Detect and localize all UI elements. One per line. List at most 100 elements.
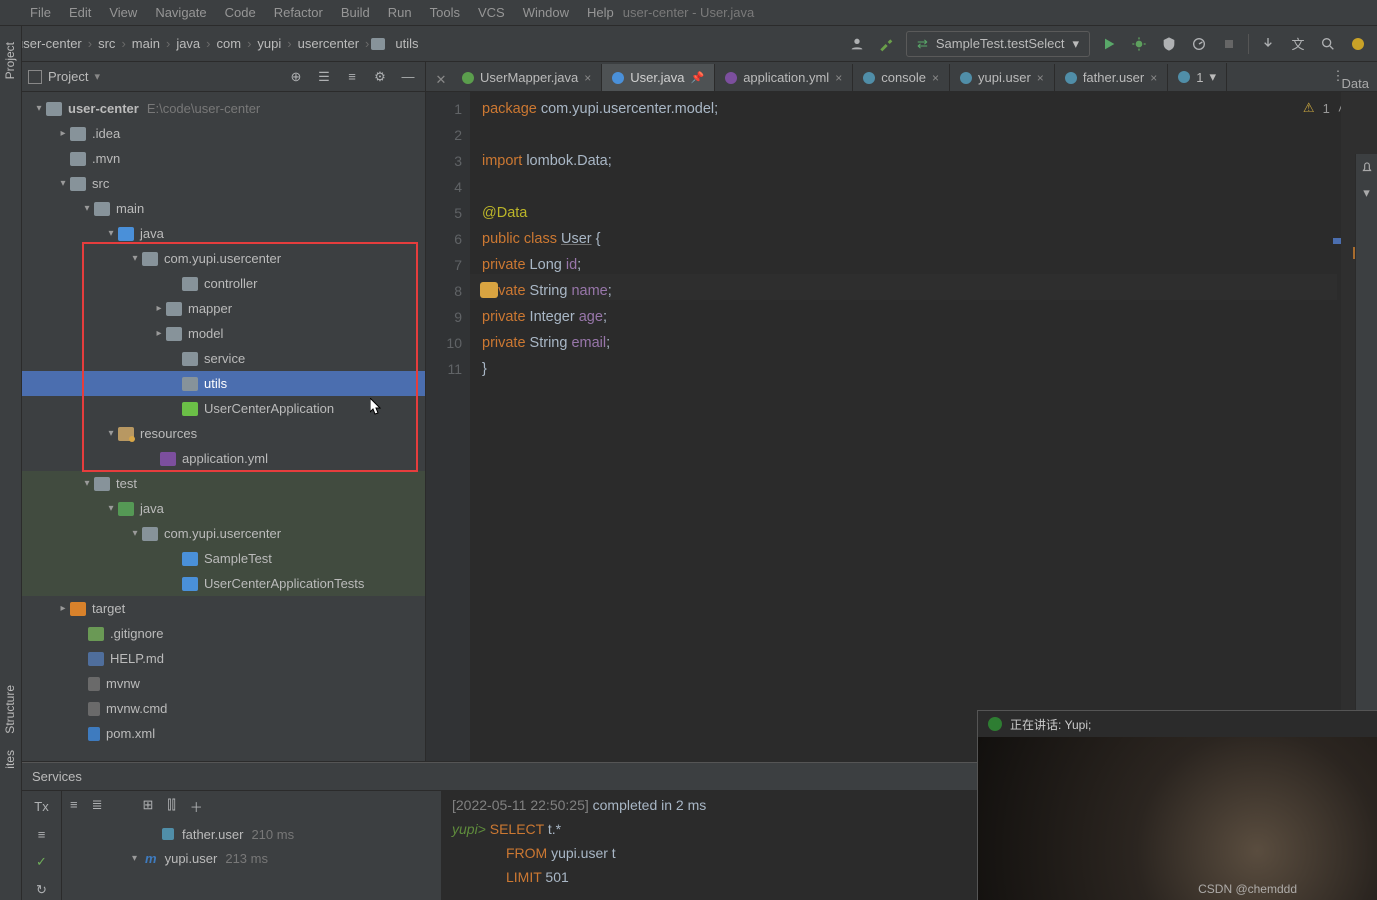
run-button[interactable] [1098,33,1120,55]
translate-icon[interactable]: 文 [1287,33,1309,55]
tree-item-appyml[interactable]: application.yml [22,446,425,471]
tab-close-all-icon[interactable]: ✕ [430,69,452,91]
chevron-down-icon[interactable]: ▾ [1356,180,1377,206]
crumb-com[interactable]: com [213,36,246,51]
layout-icon[interactable]: ⫿⫿ [167,797,175,816]
tree-item-idea[interactable]: ▸.idea [22,121,425,146]
menu-navigate[interactable]: Navigate [155,5,206,20]
tree-item-gitignore[interactable]: .gitignore [22,621,425,646]
tree-item-mvnw[interactable]: mvnw [22,671,425,696]
crumb-usercenter[interactable]: usercenter [294,36,363,51]
menu-run[interactable]: Run [388,5,412,20]
menu-tools[interactable]: Tools [430,5,460,20]
profiler-button[interactable] [1188,33,1210,55]
account-icon[interactable] [846,33,868,55]
check-icon[interactable]: ✓ [31,853,53,873]
crumb-project[interactable]: user-center [12,36,86,51]
add-icon[interactable]: ＋ [190,797,203,816]
tree-item-sampletest[interactable]: SampleTest [22,546,425,571]
code-editor[interactable]: 123 456 789 1011 package com.yupi.userce… [426,92,1377,761]
run-config-dropdown[interactable]: ⇄ SampleTest.testSelect ▾ [906,31,1090,57]
collapse-icon[interactable]: ≡ [70,797,78,816]
side-tab-structure[interactable]: Structure [0,677,20,742]
tree-item-pomxml[interactable]: pom.xml [22,721,425,746]
ide-settings-icon[interactable] [1347,33,1369,55]
crumb-utils[interactable]: utils [391,36,422,51]
debug-button[interactable] [1128,33,1150,55]
menu-view[interactable]: View [109,5,137,20]
pin-icon[interactable]: 📌 [691,71,705,84]
locate-icon[interactable]: ⊕ [285,66,307,88]
notifications-icon[interactable] [1356,154,1377,180]
vcs-update-icon[interactable] [1257,33,1279,55]
menu-code[interactable]: Code [225,5,256,20]
services-tree[interactable]: ≡ ≣ ⊞ ⫿⫿ ＋ father.user 210 ms ▾ m yupi.u… [62,791,442,900]
menu-refactor[interactable]: Refactor [274,5,323,20]
tree-item-test-java[interactable]: ▾java [22,496,425,521]
rerun-icon[interactable]: ↻ [31,880,53,900]
hide-panel-icon[interactable]: — [397,66,419,88]
editor-marker-bar[interactable] [1333,92,1341,761]
side-tab-ites[interactable]: ites [0,742,20,777]
tab-extra[interactable]: 1▾ [1168,63,1227,91]
coverage-button[interactable] [1158,33,1180,55]
tree-item-controller[interactable]: controller [22,271,425,296]
tree-item-java[interactable]: ▾java [22,221,425,246]
menu-help[interactable]: Help [587,5,614,20]
tree-item-service[interactable]: service [22,346,425,371]
code-body[interactable]: package com.yupi.usercenter.model; impor… [470,92,1377,761]
tab-application-yml[interactable]: application.yml× [715,64,853,91]
tree-item-uctests[interactable]: UserCenterApplicationTests [22,571,425,596]
menu-file[interactable]: File [30,5,51,20]
project-tree[interactable]: ▾ user-center E:\code\user-center ▸.idea… [22,92,425,761]
tab-user[interactable]: User.java📌 [602,64,715,91]
tab-usermapper[interactable]: UserMapper.java× [452,64,602,91]
tree-item-test-pkg[interactable]: ▾com.yupi.usercenter [22,521,425,546]
crumb-src[interactable]: src [94,36,119,51]
menu-edit[interactable]: Edit [69,5,91,20]
expand-all-icon[interactable]: ☰ [313,66,335,88]
service-node-father[interactable]: father.user 210 ms [62,822,441,846]
add-tab-icon[interactable]: ⋮ [1329,68,1347,84]
hammer-icon[interactable] [876,33,898,55]
tree-item-mvnwcmd[interactable]: mvnw.cmd [22,696,425,721]
menu-build[interactable]: Build [341,5,370,20]
tree-item-target[interactable]: ▸target [22,596,425,621]
menu-window[interactable]: Window [523,5,569,20]
project-view-dropdown[interactable]: Project ▾ [48,69,100,84]
stop-button[interactable] [1218,33,1240,55]
tree-item-resources[interactable]: ▾resources [22,421,425,446]
tab-console[interactable]: console× [853,64,950,91]
filter-icon[interactable]: Tx [31,797,53,817]
tree-item-src[interactable]: ▾src [22,171,425,196]
tree-item-pkg[interactable]: ▾com.yupi.usercenter [22,246,425,271]
tree-item-helpmd[interactable]: HELP.md [22,646,425,671]
collapse-all-icon[interactable]: ≡ [341,66,363,88]
intention-bulb-icon[interactable] [480,282,498,298]
close-icon[interactable]: × [1037,71,1044,85]
gear-icon[interactable]: ⚙ [369,66,391,88]
crumb-main[interactable]: main [128,36,164,51]
close-icon[interactable]: × [1150,71,1157,85]
tree-project-root[interactable]: ▾ user-center E:\code\user-center [22,96,425,121]
tree-item-mvn[interactable]: .mvn [22,146,425,171]
crumb-java[interactable]: java [172,36,204,51]
menu-vcs[interactable]: VCS [478,5,505,20]
tree-item-model[interactable]: ▸model [22,321,425,346]
expand-icon[interactable]: ≡ [31,825,53,845]
grid-icon[interactable]: ⊞ [143,797,154,816]
crumb-yupi[interactable]: yupi [253,36,285,51]
tree-item-appclass[interactable]: UserCenterApplication [22,396,425,421]
side-tab-project[interactable]: Project [0,34,20,87]
tab-yupi-user[interactable]: yupi.user× [950,64,1055,91]
tree-item-utils[interactable]: utils [22,371,425,396]
tree-item-mapper[interactable]: ▸mapper [22,296,425,321]
close-icon[interactable]: × [584,71,591,85]
search-everywhere-icon[interactable] [1317,33,1339,55]
service-node-yupi[interactable]: ▾ m yupi.user 213 ms [62,846,441,870]
tree-item-main[interactable]: ▾main [22,196,425,221]
close-icon[interactable]: × [932,71,939,85]
close-icon[interactable]: × [835,71,842,85]
tree-item-test[interactable]: ▾test [22,471,425,496]
tab-father-user[interactable]: father.user× [1055,64,1168,91]
